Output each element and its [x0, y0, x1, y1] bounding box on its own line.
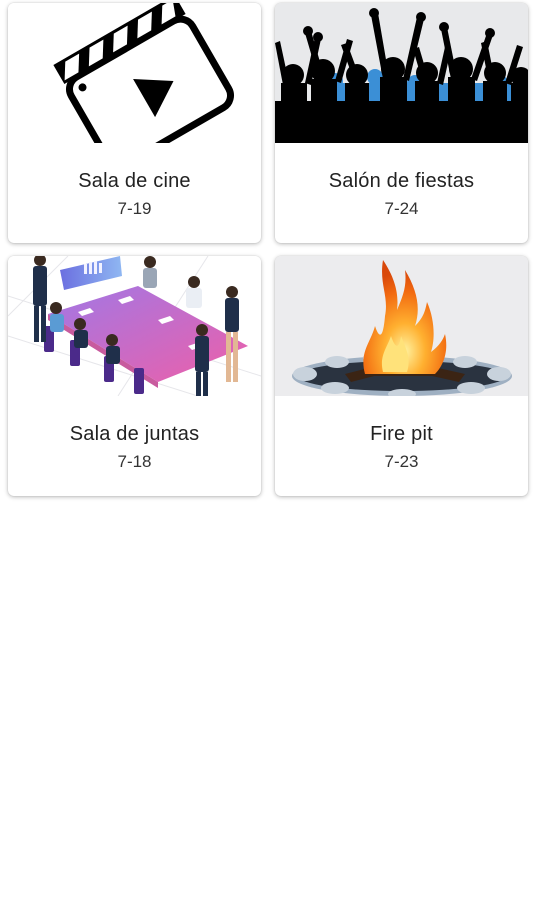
room-card-fire-pit[interactable]: Fire pit 7-23 — [275, 256, 528, 496]
room-code: 7-23 — [384, 452, 419, 471]
clapperboard-play-icon — [8, 3, 261, 143]
room-name: Sala de cine — [78, 170, 191, 192]
room-card-sala-de-juntas[interactable]: Sala de juntas 7-18 — [8, 256, 261, 496]
room-name: Fire pit — [370, 423, 433, 445]
room-code: 7-18 — [117, 452, 152, 471]
fire-pit-image — [275, 256, 528, 396]
meeting-room-image — [8, 256, 261, 396]
party-crowd-image — [275, 3, 528, 143]
room-card-sala-de-cine[interactable]: Sala de cine 7-19 — [8, 3, 261, 243]
room-card-salon-de-fiestas[interactable]: Salón de fiestas 7-24 — [275, 3, 528, 243]
room-code: 7-24 — [384, 199, 419, 218]
room-code: 7-19 — [117, 199, 152, 218]
room-name: Sala de juntas — [69, 423, 200, 445]
room-name: Salón de fiestas — [328, 170, 475, 192]
